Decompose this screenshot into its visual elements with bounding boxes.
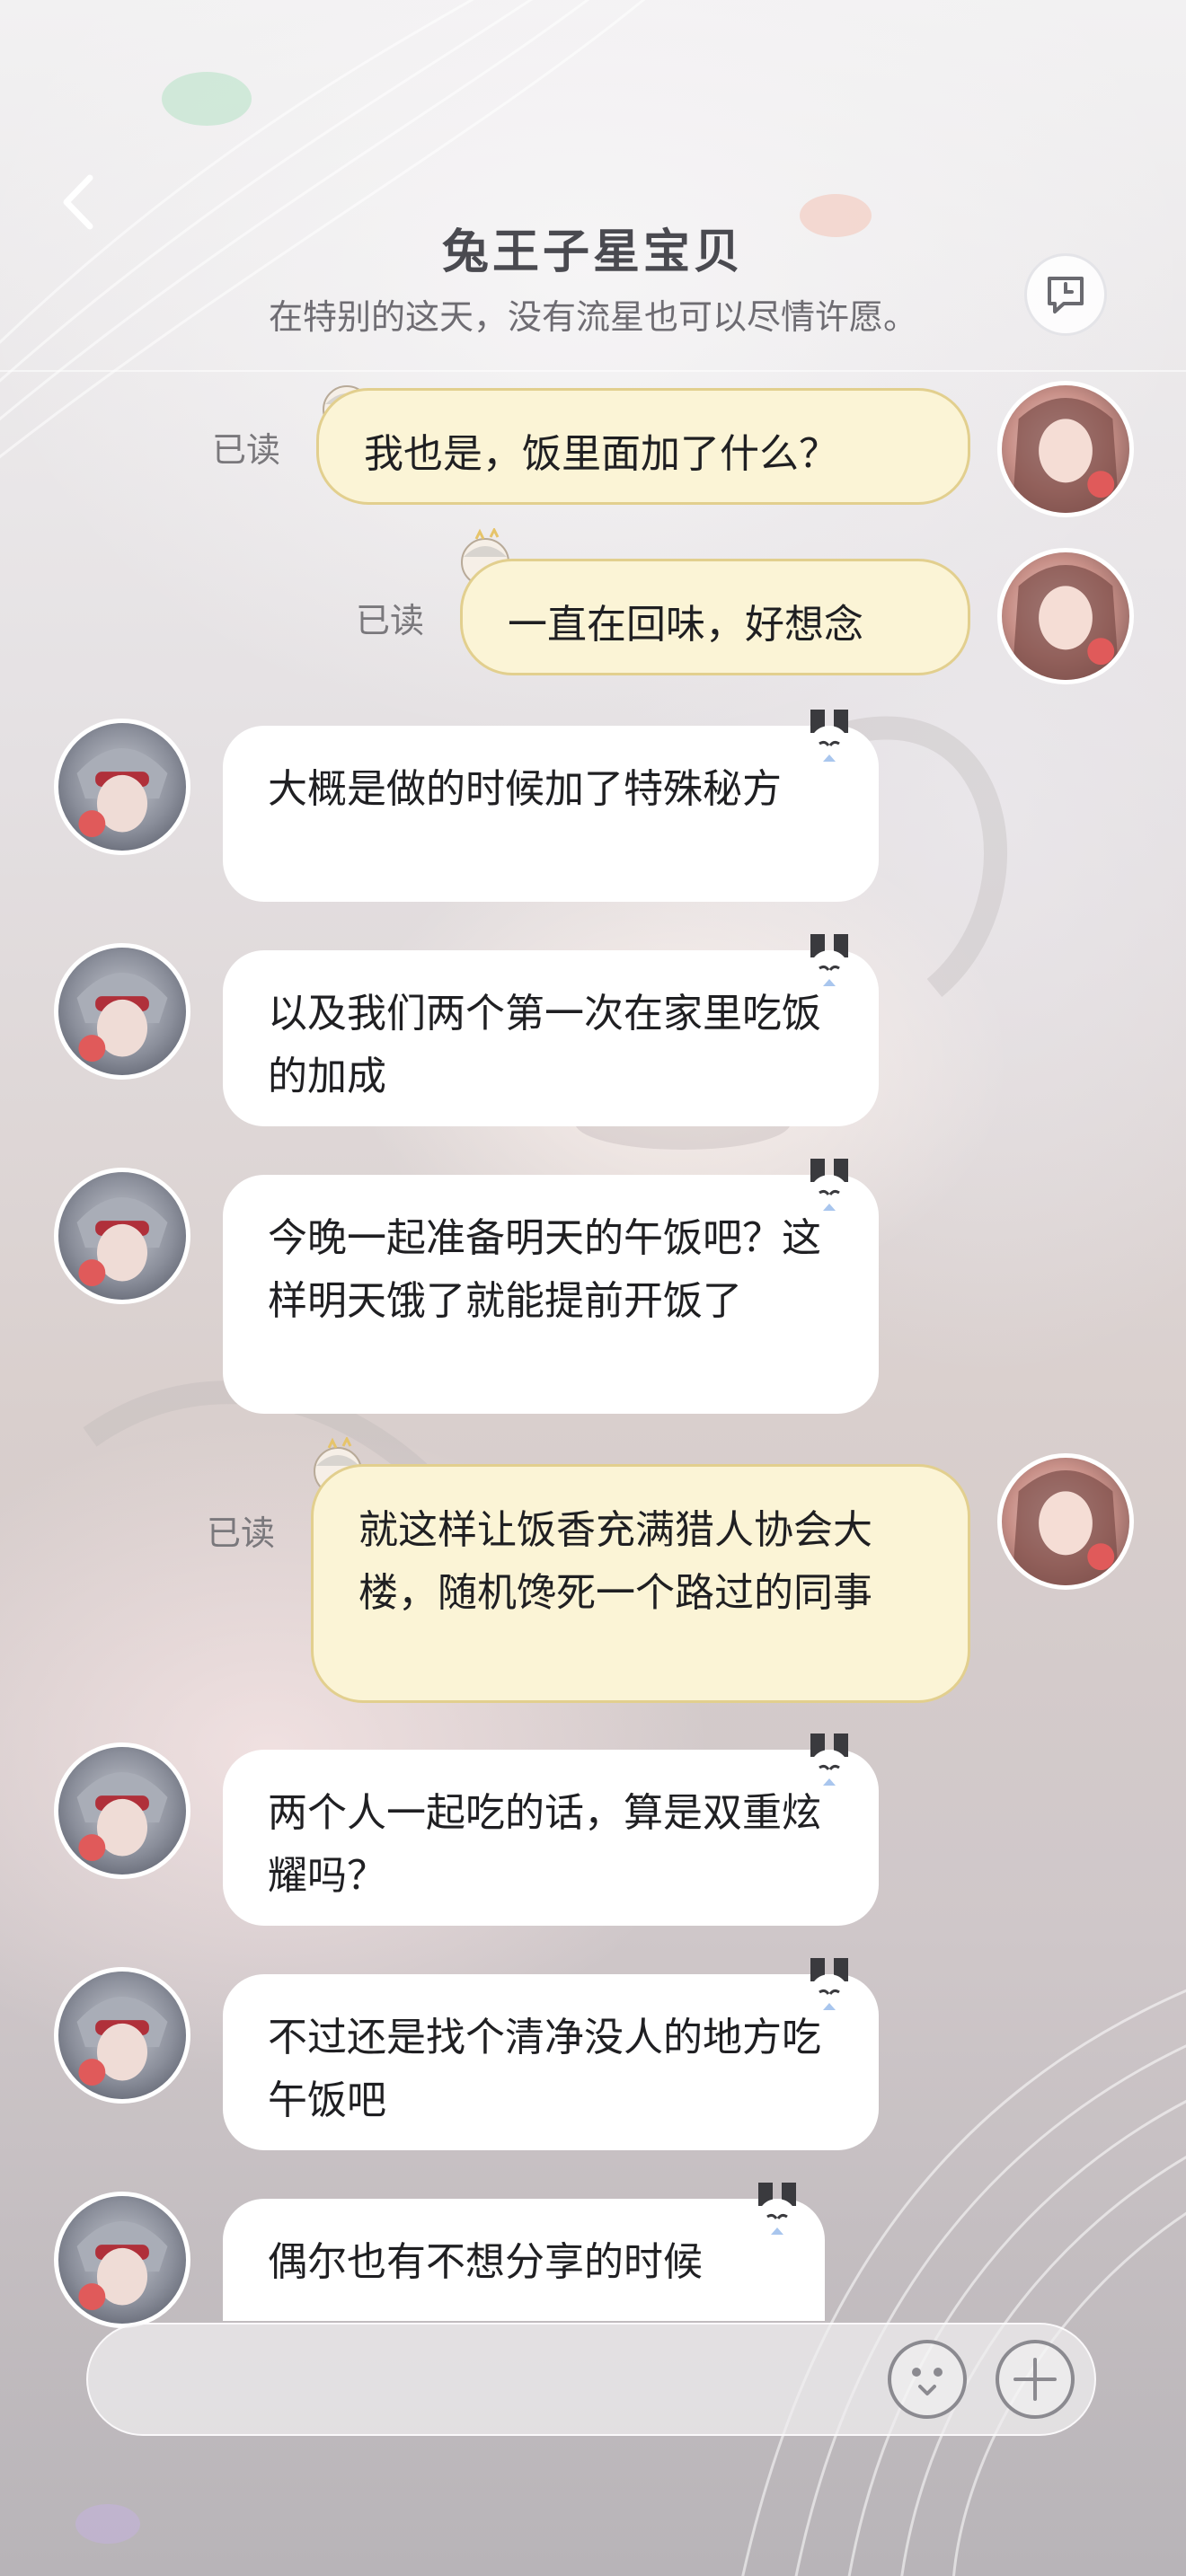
header-divider <box>0 370 1186 372</box>
message-bubble-outgoing[interactable]: 我也是，饭里面加了什么？ <box>316 388 970 505</box>
contact-avatar[interactable] <box>54 2192 190 2328</box>
bunny-sticker-icon <box>810 1159 849 1214</box>
user-avatar-image <box>1012 398 1120 513</box>
message-text: 以及我们两个第一次在家里吃饭的加成 <box>268 991 821 1099</box>
plus-circle-icon <box>1013 2358 1057 2401</box>
contact-avatar[interactable] <box>54 1168 190 1304</box>
message-bubble-outgoing[interactable]: 一直在回味，好想念 <box>460 559 970 675</box>
bunny-sticker-icon <box>810 934 849 990</box>
contact-avatar-image <box>76 748 168 838</box>
message-bubble-incoming[interactable]: 今晚一起准备明天的午饭吧？这样明天饿了就能提前开饭了 <box>223 1175 879 1414</box>
message-input-bar[interactable] <box>86 2323 1096 2436</box>
message-text: 一直在回味，好想念 <box>508 602 863 648</box>
bunny-sticker-icon <box>757 2183 797 2238</box>
chat-history-icon <box>1048 277 1084 313</box>
emoji-face-icon <box>912 2368 943 2395</box>
contact-avatar-image <box>76 1772 168 1862</box>
contact-avatar-image <box>76 2221 168 2311</box>
bunny-sticker-icon <box>810 1734 849 1789</box>
message-text: 今晚一起准备明天的午饭吧？这样明天饿了就能提前开饭了 <box>268 1215 821 1324</box>
user-avatar[interactable] <box>997 381 1134 517</box>
message-text: 大概是做的时候加了特殊秘方 <box>268 766 782 812</box>
contact-avatar[interactable] <box>54 1742 190 1879</box>
read-receipt: 已读 <box>207 1513 276 1553</box>
bunny-sticker-icon <box>810 1958 849 2014</box>
chat-title: 兔王子星宝贝 <box>441 225 744 279</box>
read-receipt: 已读 <box>212 430 281 470</box>
user-avatar[interactable] <box>997 548 1134 684</box>
message-text: 偶尔也有不想分享的时候 <box>268 2239 703 2285</box>
message-text: 就这样让饭香充满猎人协会大楼，随机馋死一个路过的同事 <box>358 1507 872 1616</box>
emoji-button[interactable] <box>888 2340 967 2419</box>
chat-history-button[interactable] <box>1024 253 1107 336</box>
message-bubble-outgoing[interactable]: 就这样让饭香充满猎人协会大楼，随机馋死一个路过的同事 <box>311 1464 970 1703</box>
message-bubble-incoming[interactable]: 两个人一起吃的话，算是双重炫耀吗？ <box>223 1750 879 1926</box>
message-bubble-incoming[interactable]: 大概是做的时候加了特殊秘方 <box>223 726 879 902</box>
message-bubble-incoming[interactable]: 不过还是找个清净没人的地方吃午饭吧 <box>223 1974 879 2150</box>
message-text: 不过还是找个清净没人的地方吃午饭吧 <box>268 2015 821 2123</box>
user-avatar[interactable] <box>997 1453 1134 1590</box>
contact-avatar[interactable] <box>54 1967 190 2104</box>
user-avatar-image <box>1012 565 1120 680</box>
user-avatar-image <box>1012 1470 1120 1585</box>
bunny-sticker-icon <box>810 710 849 765</box>
message-text: 我也是，饭里面加了什么？ <box>364 431 838 477</box>
contact-avatar-image <box>76 1997 168 2086</box>
contact-avatar[interactable] <box>54 943 190 1080</box>
read-receipt: 已读 <box>356 601 425 640</box>
message-text: 两个人一起吃的话，算是双重炫耀吗？ <box>268 1790 821 1899</box>
message-bubble-incoming[interactable]: 偶尔也有不想分享的时候 <box>223 2199 825 2321</box>
contact-avatar[interactable] <box>54 719 190 855</box>
add-attachment-button[interactable] <box>996 2340 1075 2419</box>
contact-avatar-image <box>76 1197 168 1287</box>
contact-avatar-image <box>76 973 168 1063</box>
message-bubble-incoming[interactable]: 以及我们两个第一次在家里吃饭的加成 <box>223 950 879 1126</box>
chat-subtitle: 在特别的这天，没有流星也可以尽情许愿。 <box>268 297 917 337</box>
